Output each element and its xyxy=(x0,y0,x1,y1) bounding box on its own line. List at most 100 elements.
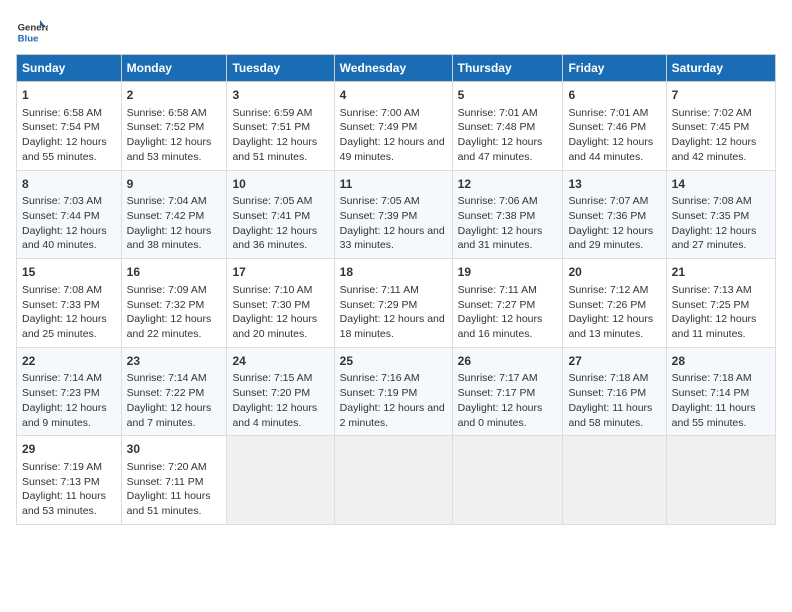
daylight-text: Daylight: 12 hours and 31 minutes. xyxy=(458,224,558,253)
calendar-table: SundayMondayTuesdayWednesdayThursdayFrid… xyxy=(16,54,776,525)
col-header-monday: Monday xyxy=(121,55,227,82)
day-number: 9 xyxy=(127,176,222,193)
sunrise-text: Sunrise: 7:15 AM xyxy=(232,371,328,386)
daylight-text: Daylight: 12 hours and 42 minutes. xyxy=(672,135,770,164)
daylight-text: Daylight: 12 hours and 20 minutes. xyxy=(232,312,328,341)
sunrise-text: Sunrise: 6:58 AM xyxy=(22,106,116,121)
daylight-text: Daylight: 11 hours and 53 minutes. xyxy=(22,489,116,518)
daylight-text: Daylight: 12 hours and 18 minutes. xyxy=(340,312,447,341)
daylight-text: Daylight: 12 hours and 4 minutes. xyxy=(232,401,328,430)
sunrise-text: Sunrise: 7:08 AM xyxy=(672,194,770,209)
daylight-text: Daylight: 11 hours and 55 minutes. xyxy=(672,401,770,430)
week-row-2: 8Sunrise: 7:03 AMSunset: 7:44 PMDaylight… xyxy=(17,170,776,259)
calendar-cell: 21Sunrise: 7:13 AMSunset: 7:25 PMDayligh… xyxy=(666,259,775,348)
day-number: 18 xyxy=(340,264,447,281)
calendar-cell: 1Sunrise: 6:58 AMSunset: 7:54 PMDaylight… xyxy=(17,82,122,171)
calendar-cell: 24Sunrise: 7:15 AMSunset: 7:20 PMDayligh… xyxy=(227,347,334,436)
daylight-text: Daylight: 12 hours and 40 minutes. xyxy=(22,224,116,253)
calendar-cell xyxy=(666,436,775,525)
calendar-cell: 12Sunrise: 7:06 AMSunset: 7:38 PMDayligh… xyxy=(452,170,563,259)
sunset-text: Sunset: 7:14 PM xyxy=(672,386,770,401)
calendar-cell: 8Sunrise: 7:03 AMSunset: 7:44 PMDaylight… xyxy=(17,170,122,259)
sunset-text: Sunset: 7:35 PM xyxy=(672,209,770,224)
week-row-5: 29Sunrise: 7:19 AMSunset: 7:13 PMDayligh… xyxy=(17,436,776,525)
daylight-text: Daylight: 12 hours and 9 minutes. xyxy=(22,401,116,430)
daylight-text: Daylight: 12 hours and 16 minutes. xyxy=(458,312,558,341)
sunrise-text: Sunrise: 6:58 AM xyxy=(127,106,222,121)
daylight-text: Daylight: 12 hours and 55 minutes. xyxy=(22,135,116,164)
sunrise-text: Sunrise: 7:13 AM xyxy=(672,283,770,298)
day-number: 15 xyxy=(22,264,116,281)
sunrise-text: Sunrise: 7:17 AM xyxy=(458,371,558,386)
sunrise-text: Sunrise: 7:01 AM xyxy=(568,106,660,121)
day-number: 7 xyxy=(672,87,770,104)
sunrise-text: Sunrise: 7:19 AM xyxy=(22,460,116,475)
sunset-text: Sunset: 7:48 PM xyxy=(458,120,558,135)
day-number: 13 xyxy=(568,176,660,193)
daylight-text: Daylight: 11 hours and 58 minutes. xyxy=(568,401,660,430)
sunset-text: Sunset: 7:29 PM xyxy=(340,298,447,313)
calendar-cell: 26Sunrise: 7:17 AMSunset: 7:17 PMDayligh… xyxy=(452,347,563,436)
sunset-text: Sunset: 7:46 PM xyxy=(568,120,660,135)
day-number: 8 xyxy=(22,176,116,193)
day-number: 16 xyxy=(127,264,222,281)
day-number: 21 xyxy=(672,264,770,281)
day-number: 24 xyxy=(232,353,328,370)
sunrise-text: Sunrise: 7:09 AM xyxy=(127,283,222,298)
calendar-cell: 13Sunrise: 7:07 AMSunset: 7:36 PMDayligh… xyxy=(563,170,666,259)
sunset-text: Sunset: 7:13 PM xyxy=(22,475,116,490)
calendar-cell: 11Sunrise: 7:05 AMSunset: 7:39 PMDayligh… xyxy=(334,170,452,259)
day-number: 25 xyxy=(340,353,447,370)
sunset-text: Sunset: 7:33 PM xyxy=(22,298,116,313)
daylight-text: Daylight: 12 hours and 27 minutes. xyxy=(672,224,770,253)
daylight-text: Daylight: 12 hours and 38 minutes. xyxy=(127,224,222,253)
calendar-cell: 10Sunrise: 7:05 AMSunset: 7:41 PMDayligh… xyxy=(227,170,334,259)
calendar-cell: 15Sunrise: 7:08 AMSunset: 7:33 PMDayligh… xyxy=(17,259,122,348)
daylight-text: Daylight: 12 hours and 36 minutes. xyxy=(232,224,328,253)
sunset-text: Sunset: 7:16 PM xyxy=(568,386,660,401)
sunrise-text: Sunrise: 7:05 AM xyxy=(340,194,447,209)
sunrise-text: Sunrise: 7:08 AM xyxy=(22,283,116,298)
sunset-text: Sunset: 7:41 PM xyxy=(232,209,328,224)
sunset-text: Sunset: 7:42 PM xyxy=(127,209,222,224)
calendar-header-row: SundayMondayTuesdayWednesdayThursdayFrid… xyxy=(17,55,776,82)
calendar-cell: 2Sunrise: 6:58 AMSunset: 7:52 PMDaylight… xyxy=(121,82,227,171)
svg-text:General: General xyxy=(18,22,48,33)
calendar-cell: 28Sunrise: 7:18 AMSunset: 7:14 PMDayligh… xyxy=(666,347,775,436)
day-number: 23 xyxy=(127,353,222,370)
day-number: 14 xyxy=(672,176,770,193)
sunrise-text: Sunrise: 7:11 AM xyxy=(458,283,558,298)
sunset-text: Sunset: 7:27 PM xyxy=(458,298,558,313)
calendar-cell xyxy=(334,436,452,525)
day-number: 17 xyxy=(232,264,328,281)
day-number: 11 xyxy=(340,176,447,193)
col-header-friday: Friday xyxy=(563,55,666,82)
logo: GeneralBlue xyxy=(16,16,48,48)
daylight-text: Daylight: 12 hours and 33 minutes. xyxy=(340,224,447,253)
sunset-text: Sunset: 7:49 PM xyxy=(340,120,447,135)
sunrise-text: Sunrise: 7:14 AM xyxy=(22,371,116,386)
day-number: 19 xyxy=(458,264,558,281)
week-row-4: 22Sunrise: 7:14 AMSunset: 7:23 PMDayligh… xyxy=(17,347,776,436)
sunset-text: Sunset: 7:17 PM xyxy=(458,386,558,401)
calendar-cell: 9Sunrise: 7:04 AMSunset: 7:42 PMDaylight… xyxy=(121,170,227,259)
sunrise-text: Sunrise: 7:00 AM xyxy=(340,106,447,121)
day-number: 12 xyxy=(458,176,558,193)
sunset-text: Sunset: 7:20 PM xyxy=(232,386,328,401)
daylight-text: Daylight: 12 hours and 29 minutes. xyxy=(568,224,660,253)
calendar-cell: 29Sunrise: 7:19 AMSunset: 7:13 PMDayligh… xyxy=(17,436,122,525)
calendar-cell xyxy=(563,436,666,525)
logo-icon: GeneralBlue xyxy=(16,16,48,48)
sunrise-text: Sunrise: 7:07 AM xyxy=(568,194,660,209)
sunset-text: Sunset: 7:36 PM xyxy=(568,209,660,224)
col-header-wednesday: Wednesday xyxy=(334,55,452,82)
sunrise-text: Sunrise: 7:04 AM xyxy=(127,194,222,209)
sunset-text: Sunset: 7:39 PM xyxy=(340,209,447,224)
calendar-cell xyxy=(227,436,334,525)
sunset-text: Sunset: 7:30 PM xyxy=(232,298,328,313)
calendar-cell: 25Sunrise: 7:16 AMSunset: 7:19 PMDayligh… xyxy=(334,347,452,436)
sunrise-text: Sunrise: 7:14 AM xyxy=(127,371,222,386)
calendar-cell: 20Sunrise: 7:12 AMSunset: 7:26 PMDayligh… xyxy=(563,259,666,348)
sunrise-text: Sunrise: 7:11 AM xyxy=(340,283,447,298)
daylight-text: Daylight: 12 hours and 53 minutes. xyxy=(127,135,222,164)
